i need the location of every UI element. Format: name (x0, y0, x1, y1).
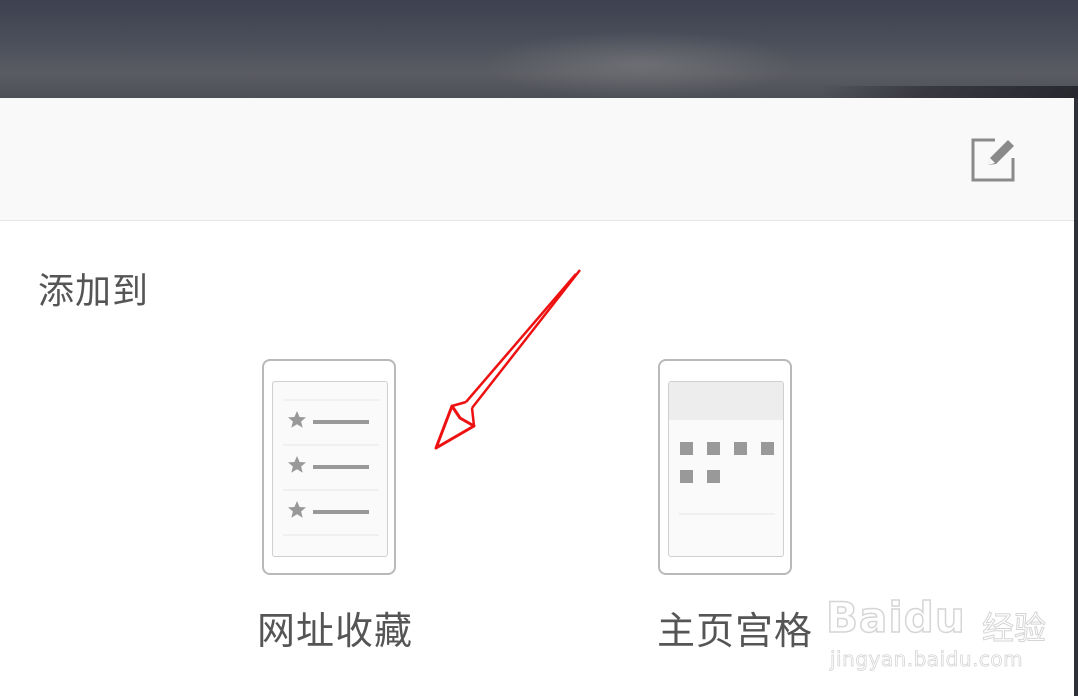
add-to-home-grid-option[interactable]: 主页宫格 (640, 356, 830, 656)
banner-haze (480, 30, 800, 98)
top-banner-image (0, 0, 1078, 98)
edit-icon[interactable] (968, 135, 1018, 185)
watermark-url: jingyan.baidu.com (830, 647, 1024, 672)
add-to-bookmarks-option[interactable]: 网址收藏 (240, 356, 430, 656)
dialog-header-bar (0, 98, 1078, 221)
bookmarks-option-label: 网址收藏 (256, 609, 413, 653)
bookmark-list-icon (262, 359, 396, 575)
home-grid-icon (658, 359, 792, 575)
window-edge (1074, 98, 1078, 696)
add-to-title: 添加到 (38, 271, 150, 312)
watermark-brand: Baidu (825, 592, 966, 643)
watermark-brand-text: 经验 (981, 609, 1047, 648)
red-arrow-annotation (420, 260, 600, 460)
home-grid-option-label: 主页宫格 (656, 609, 813, 653)
baidu-jingyan-watermark: Baidu 经验 jingyan.baidu.com (825, 585, 1056, 675)
banner-shoreline (820, 86, 1078, 98)
